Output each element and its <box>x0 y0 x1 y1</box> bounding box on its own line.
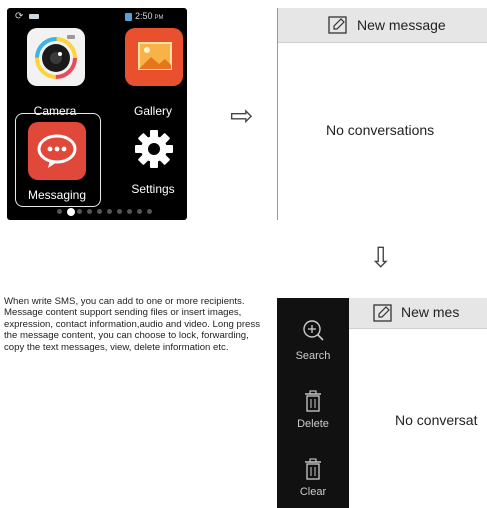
page-dot <box>127 209 132 214</box>
arrow-down-icon: ⇩ <box>369 242 393 273</box>
page-dot <box>57 209 62 214</box>
gear-icon <box>133 128 175 170</box>
watch-home-screen: ⟳ 2:50 PM Camera Gallery Messaging Setti… <box>7 8 187 220</box>
messaging-icon <box>28 122 86 180</box>
page-dot <box>87 209 92 214</box>
app-label-gallery: Gallery <box>133 104 172 118</box>
description-text: When write SMS, you can add to one or mo… <box>4 296 260 353</box>
sync-icon: ⟳ <box>15 11 24 22</box>
page-dot <box>97 209 102 214</box>
side-menu: Search Delete Clear <box>277 298 349 508</box>
new-message-screen: New message No conversations <box>277 8 487 220</box>
page-dot <box>117 209 122 214</box>
menu-item-search[interactable]: Search <box>277 318 349 368</box>
menu-item-delete[interactable]: Delete <box>277 390 349 436</box>
app-label-settings: Settings <box>131 182 175 196</box>
menu-label-delete: Delete <box>297 418 329 430</box>
notification-icon <box>29 14 39 19</box>
app-camera[interactable]: Camera <box>21 28 89 124</box>
message-menu-screen: Search Delete Clear New mes No conversat <box>277 298 487 508</box>
menu-label-clear: Clear <box>299 486 327 498</box>
page-dot <box>137 209 142 214</box>
app-gallery[interactable]: Gallery <box>119 28 187 124</box>
arrow-right-icon: ⇨ <box>230 100 254 131</box>
app-messaging[interactable]: Messaging <box>15 113 101 207</box>
trash-icon <box>303 458 323 485</box>
camera-icon <box>27 28 85 86</box>
page-dot <box>147 209 152 214</box>
page-indicator <box>57 207 167 217</box>
page-dot <box>77 209 82 214</box>
compose-icon <box>328 16 348 39</box>
new-message-label: New message <box>357 17 446 33</box>
new-message-header[interactable]: New mes <box>349 298 487 329</box>
compose-icon <box>373 304 393 327</box>
trash-icon <box>303 390 323 417</box>
menu-item-clear[interactable]: Clear <box>277 458 349 504</box>
zoom-in-icon <box>301 318 325 347</box>
menu-label-search: Search <box>295 350 331 362</box>
new-message-label: New mes <box>401 304 460 320</box>
gallery-icon <box>125 28 183 86</box>
empty-state-text: No conversat <box>395 412 478 428</box>
status-time: 2:50 PM <box>135 11 164 21</box>
empty-state-text: No conversations <box>326 122 435 138</box>
new-message-header[interactable]: New message <box>278 8 487 43</box>
battery-icon <box>125 13 132 21</box>
page-dot <box>67 207 75 216</box>
app-label-messaging: Messaging <box>27 188 87 202</box>
page-dot <box>107 209 112 214</box>
app-settings[interactable]: Settings <box>119 120 187 210</box>
